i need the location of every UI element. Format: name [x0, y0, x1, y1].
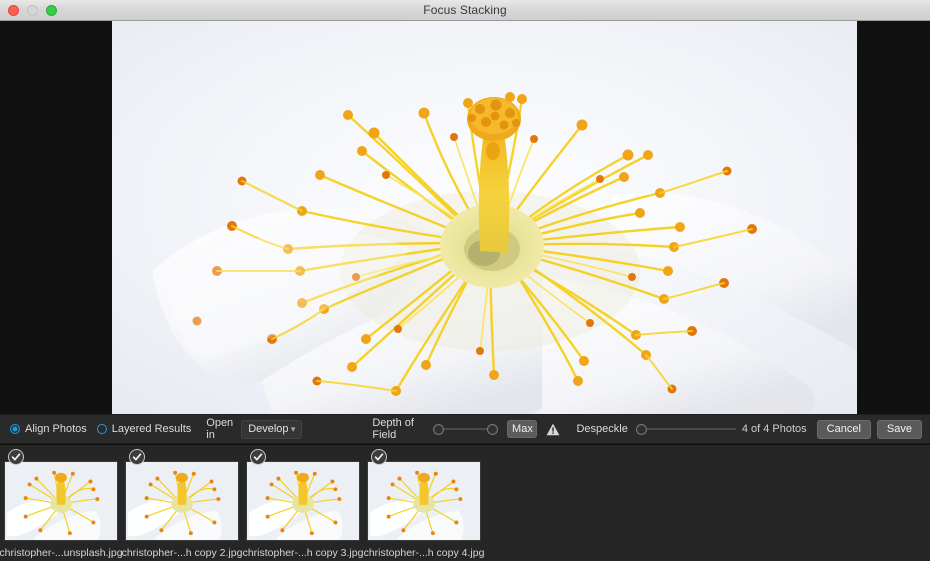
list-item[interactable]: christopher-...h copy 3.jpg	[242, 449, 364, 559]
depth-of-field-control: Depth of Field Max	[372, 417, 560, 441]
despeckle-label: Despeckle	[576, 423, 628, 435]
warning-triangle-icon	[546, 423, 560, 436]
window-title: Focus Stacking	[423, 3, 507, 17]
thumbnail-image[interactable]	[367, 461, 481, 541]
slider-track	[439, 428, 493, 430]
depth-of-field-slider[interactable]	[433, 422, 499, 436]
align-photos-label: Align Photos	[25, 423, 87, 435]
chevron-down-icon: ▾	[290, 423, 296, 434]
title-bar: Focus Stacking	[0, 0, 930, 21]
open-in-label: Open in	[206, 417, 234, 441]
thumbnail-filmstrip: christopher-...unsplash.jpg christopher-…	[0, 445, 930, 561]
thumbnail-image[interactable]	[246, 461, 360, 541]
zoom-button[interactable]	[46, 5, 57, 16]
list-item[interactable]: christopher-...unsplash.jpg	[0, 449, 123, 559]
focus-stacking-window: Focus Stacking Align Photos Layered Resu…	[0, 0, 930, 561]
radio-empty-icon	[96, 424, 107, 434]
depth-of-field-label: Depth of Field	[372, 417, 414, 441]
max-button[interactable]: Max	[507, 420, 538, 438]
thumbnail-filename: christopher-...h copy 2.jpg	[121, 547, 243, 559]
thumbnail-image[interactable]	[125, 461, 239, 541]
list-item[interactable]: christopher-...h copy 2.jpg	[121, 449, 243, 559]
minimize-button[interactable]	[27, 5, 38, 16]
checkmark-icon[interactable]	[371, 449, 387, 465]
despeckle-control: Despeckle	[576, 422, 741, 436]
alignment-mode-group: Align Photos Layered Results	[0, 423, 191, 435]
cancel-button[interactable]: Cancel	[816, 419, 871, 439]
stacked-photo-preview[interactable]	[112, 21, 857, 414]
preview-canvas	[0, 21, 930, 414]
layered-results-label: Layered Results	[111, 423, 192, 435]
close-button[interactable]	[8, 5, 19, 16]
slider-knob[interactable]	[635, 423, 647, 435]
list-item[interactable]: christopher-...h copy 4.jpg	[363, 449, 485, 559]
thumbnail-filename: christopher-...h copy 3.jpg	[242, 547, 364, 559]
radio-filled-icon	[10, 424, 20, 434]
thumbnail-filename: christopher-...unsplash.jpg	[0, 547, 123, 559]
checkmark-icon[interactable]	[250, 449, 266, 465]
save-button[interactable]: Save	[876, 419, 922, 439]
checkmark-icon[interactable]	[129, 449, 145, 465]
open-in-selected-value: Develop	[248, 423, 289, 435]
thumbnail-image[interactable]	[4, 461, 118, 541]
despeckle-slider[interactable]	[635, 422, 742, 436]
slider-knob-high[interactable]	[487, 423, 499, 435]
window-controls	[8, 5, 57, 16]
layered-results-radio[interactable]: Layered Results	[96, 423, 192, 435]
align-photos-radio[interactable]: Align Photos	[10, 423, 87, 435]
flower-image	[112, 21, 857, 414]
slider-track	[641, 428, 736, 430]
thumbnail-filename: christopher-...h copy 4.jpg	[363, 547, 485, 559]
checkmark-icon[interactable]	[8, 449, 24, 465]
focus-stacking-toolbar: Align Photos Layered Results Open in Dev…	[0, 414, 930, 444]
open-in-select[interactable]: Develop ▾	[241, 419, 303, 439]
slider-knob-low[interactable]	[433, 423, 445, 435]
photo-count-status: 4 of 4 Photos	[741, 423, 807, 435]
